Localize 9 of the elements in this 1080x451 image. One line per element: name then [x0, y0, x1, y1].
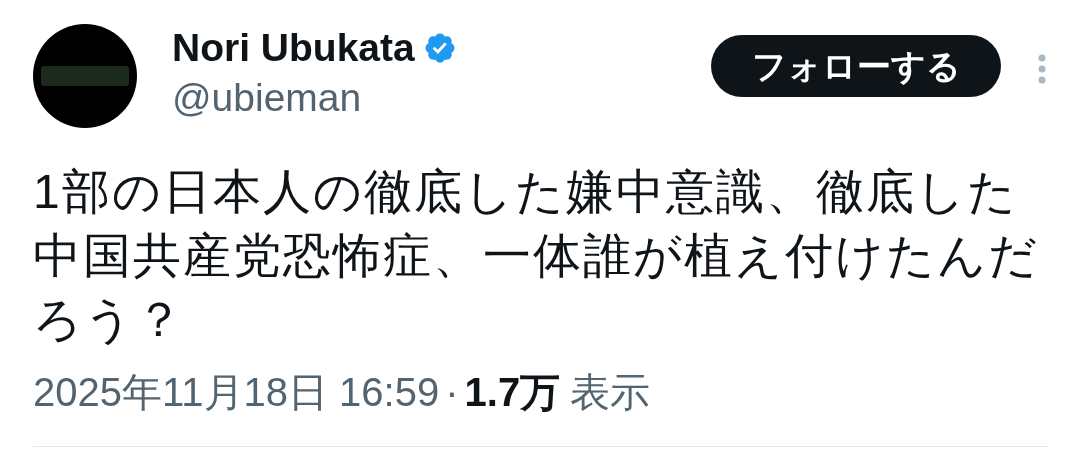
avatar[interactable]: [33, 24, 137, 128]
timestamp[interactable]: 2025年11月18日 16:59: [33, 370, 440, 414]
separator: ·: [445, 370, 459, 414]
author-name[interactable]: Nori Ubukata: [172, 26, 415, 70]
tweet-text: 1部の日本人の徹底した嫌中意識、徹底した中国共産党恐怖症、一体誰が植え付けたんだろう？: [33, 164, 1040, 348]
views-label: 表示: [570, 370, 651, 414]
author-handle[interactable]: @ubieman: [172, 74, 457, 122]
follow-button[interactable]: フォローする: [711, 35, 1001, 97]
view-count: 1.7万: [464, 370, 561, 414]
